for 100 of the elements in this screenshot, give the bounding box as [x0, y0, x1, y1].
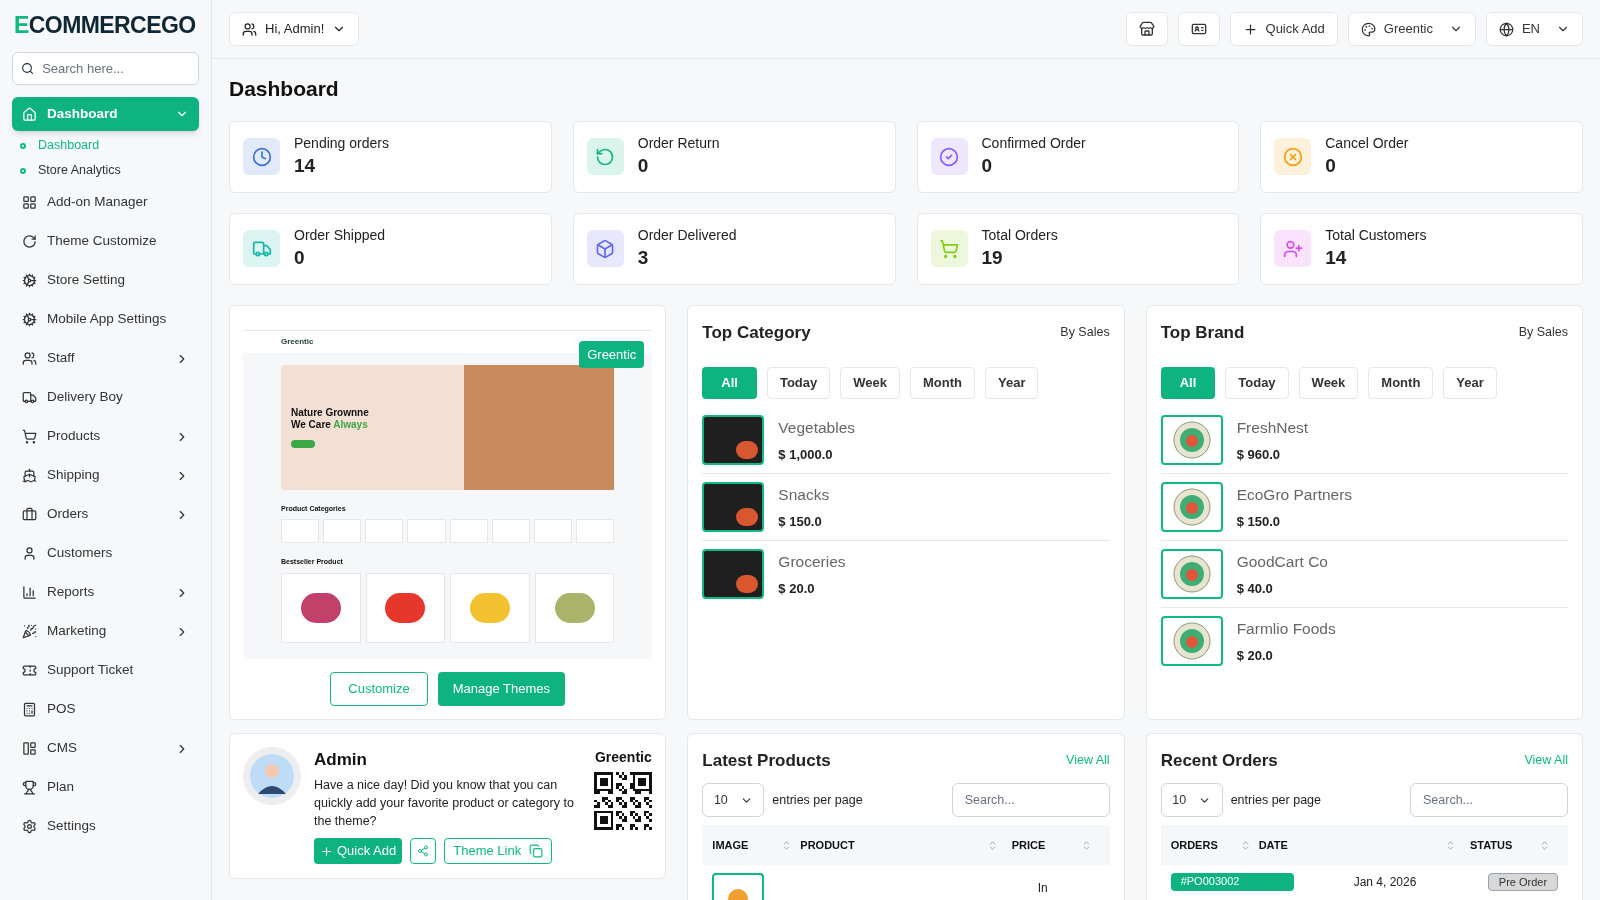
card-button[interactable]	[1177, 12, 1220, 46]
copy-icon	[529, 844, 544, 858]
entries-select[interactable]: 10	[702, 783, 765, 817]
entries-label: entries per page	[772, 791, 863, 809]
language-dropdown[interactable]: EN	[1485, 12, 1583, 46]
sidebar-item[interactable]: Plan	[12, 768, 199, 807]
filter-tab[interactable]: Week	[1298, 367, 1359, 399]
cart-icon	[22, 429, 37, 444]
stat-label: Total Orders	[981, 226, 1058, 245]
user-icon	[22, 546, 37, 561]
sidebar-item[interactable]: Marketing	[12, 612, 199, 651]
sidebar-item[interactable]: Products	[12, 417, 199, 456]
stat-label: Cancel Order	[1325, 134, 1409, 153]
sidebar-item[interactable]: Theme Customize	[12, 222, 199, 261]
sidebar-item[interactable]: Orders	[12, 495, 199, 534]
plus-icon	[1242, 21, 1258, 37]
hero-heading: Nature Grownne	[291, 406, 369, 419]
stat-label: Pending orders	[294, 134, 389, 153]
card-title: Top Brand	[1160, 321, 1245, 344]
person-silhouette-icon	[250, 753, 294, 798]
sidebar-item[interactable]: CMS	[12, 729, 199, 768]
filter-tab[interactable]: Year	[985, 367, 1039, 399]
settings-icon	[22, 819, 37, 834]
sidebar-item[interactable]: POS	[12, 690, 199, 729]
stat-value: 14	[1325, 246, 1348, 271]
party-popper-icon	[22, 624, 37, 639]
column-header[interactable]: IMAGE	[712, 836, 801, 854]
sidebar-item[interactable]: Delivery Boy	[12, 378, 199, 417]
status-badge: Pre Order	[1488, 873, 1558, 891]
column-header[interactable]: PRODUCT	[800, 836, 1012, 854]
entries-select[interactable]: 10	[1160, 783, 1223, 817]
search-input[interactable]: Search here...	[42, 58, 190, 79]
stat-value: 0	[294, 246, 306, 271]
store-button[interactable]	[1125, 12, 1168, 46]
filter-tab[interactable]: Month	[910, 367, 975, 399]
filter-tab[interactable]: Month	[1368, 367, 1434, 399]
theme-badge: Greentic	[579, 340, 645, 368]
globe-icon	[1498, 21, 1514, 37]
columns-icon	[22, 741, 37, 756]
sidebar-item[interactable]: Mobile App Settings	[12, 300, 199, 339]
filter-tab[interactable]: Week	[840, 367, 900, 399]
search-field[interactable]: Search here...	[12, 52, 199, 85]
quick-add-button[interactable]: Quick Add	[1229, 12, 1338, 46]
gear-icon	[22, 273, 37, 288]
share-button[interactable]	[410, 838, 437, 864]
sort-label: By Sales	[1060, 323, 1110, 341]
sidebar-item[interactable]: Support Ticket	[12, 651, 199, 690]
ticket-icon	[22, 663, 37, 678]
card-title: Top Category	[702, 321, 811, 344]
filter-tab[interactable]: Today	[1225, 367, 1289, 399]
submenu-item[interactable]: Store Analytics	[12, 158, 199, 183]
sort-icon	[1539, 839, 1550, 851]
sidebar-item[interactable]: Settings	[12, 807, 199, 846]
badge-logo-icon	[1172, 421, 1211, 459]
users-icon	[242, 21, 257, 37]
admin-name: Admin	[314, 748, 368, 771]
category-tile	[449, 519, 488, 543]
filter-tab[interactable]: Today	[766, 367, 831, 399]
item-amount: $ 150.0	[1236, 512, 1282, 531]
badge-logo-icon	[1172, 488, 1211, 526]
store-name: Greentic	[594, 747, 652, 767]
category-tile	[534, 519, 573, 543]
sidebar-item[interactable]: Shipping	[12, 456, 199, 495]
item-amount: $ 20.0	[778, 579, 816, 598]
truck-icon	[22, 390, 37, 405]
search-icon	[21, 61, 35, 76]
table-cell-text: In	[1037, 880, 1049, 897]
refresh-icon	[22, 234, 37, 249]
category-tile	[365, 519, 404, 543]
theme-dropdown[interactable]: Greentic	[1347, 12, 1476, 46]
logo[interactable]: ECOMMERCEGO	[12, 14, 199, 37]
sidebar-item[interactable]: Staff	[12, 339, 199, 378]
bullet-icon	[20, 142, 26, 149]
filter-tab[interactable]: Year	[1443, 367, 1497, 399]
category-tile	[491, 519, 530, 543]
column-header[interactable]: PRICE	[1011, 836, 1100, 854]
sidebar-item[interactable]: Reports	[12, 573, 199, 612]
photo-placeholder	[702, 549, 765, 599]
column-header[interactable]: DATE	[1258, 836, 1470, 854]
id-card-icon	[1190, 21, 1207, 37]
briefcase-icon	[22, 507, 37, 522]
table-search-field[interactable]: Search...	[1410, 783, 1568, 817]
table-search-field[interactable]: Search...	[951, 783, 1110, 817]
column-header[interactable]: ORDERS	[1170, 836, 1259, 854]
item-amount: $ 40.0	[1236, 579, 1274, 598]
item-name: Groceries	[778, 551, 846, 572]
plus-icon	[320, 844, 333, 858]
item-name: EcoGro Partners	[1236, 484, 1353, 505]
ship-icon	[22, 468, 37, 483]
column-header[interactable]: STATUS	[1470, 836, 1558, 854]
sidebar-item[interactable]: Add-on Manager	[12, 183, 199, 222]
stat-label: Order Delivered	[637, 226, 737, 245]
card-title: Latest Products	[702, 749, 831, 772]
sidebar-item[interactable]: Store Setting	[12, 261, 199, 300]
share-icon	[417, 845, 430, 857]
calculator-icon	[22, 702, 37, 717]
gear-icon	[22, 312, 37, 327]
qr-code-icon	[594, 771, 653, 830]
sidebar-item[interactable]: Customers	[12, 534, 199, 573]
user-menu[interactable]: Hi, Admin!	[229, 12, 360, 46]
